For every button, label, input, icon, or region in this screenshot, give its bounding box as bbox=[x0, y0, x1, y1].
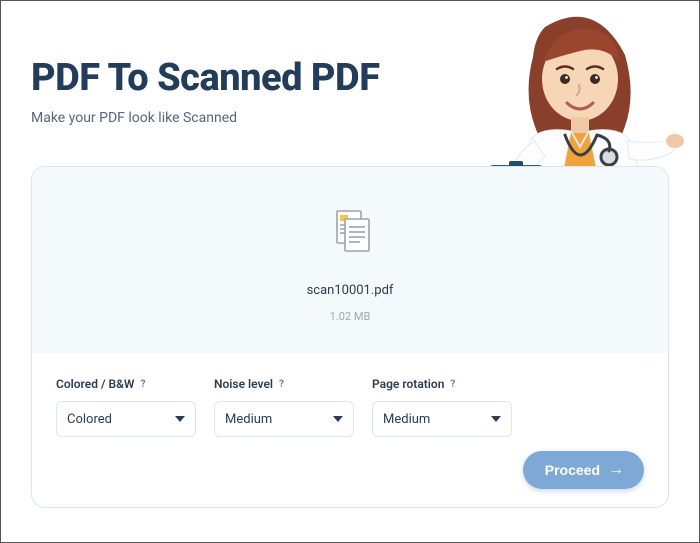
proceed-button[interactable]: Proceed → bbox=[523, 451, 644, 489]
conversion-panel: scan10001.pdf 1.02 MB Colored / B&W ? Co… bbox=[31, 166, 669, 508]
label-text: Page rotation bbox=[372, 377, 444, 391]
file-name: scan10001.pdf bbox=[52, 283, 648, 298]
option-color: Colored / B&W ? Colored bbox=[56, 377, 196, 437]
option-rotation: Page rotation ? Medium bbox=[372, 377, 512, 437]
file-drop-area: scan10001.pdf 1.02 MB bbox=[32, 167, 668, 353]
page-subtitle: Make your PDF look like Scanned bbox=[31, 110, 669, 126]
chevron-down-icon bbox=[491, 416, 501, 422]
option-noise: Noise level ? Medium bbox=[214, 377, 354, 437]
chevron-down-icon bbox=[333, 416, 343, 422]
help-icon[interactable]: ? bbox=[140, 379, 145, 390]
select-value: Medium bbox=[225, 412, 272, 427]
file-size: 1.02 MB bbox=[52, 310, 648, 323]
arrow-right-icon: → bbox=[608, 461, 624, 479]
label-text: Colored / B&W bbox=[56, 377, 134, 391]
document-icon bbox=[327, 209, 373, 255]
page-title: PDF To Scanned PDF bbox=[31, 56, 669, 100]
color-select[interactable]: Colored bbox=[56, 401, 196, 437]
help-icon[interactable]: ? bbox=[279, 379, 284, 390]
select-value: Colored bbox=[67, 412, 112, 427]
option-color-label: Colored / B&W ? bbox=[56, 377, 196, 391]
label-text: Noise level bbox=[214, 377, 273, 391]
option-noise-label: Noise level ? bbox=[214, 377, 354, 391]
help-icon[interactable]: ? bbox=[450, 379, 455, 390]
option-rotation-label: Page rotation ? bbox=[372, 377, 512, 391]
rotation-select[interactable]: Medium bbox=[372, 401, 512, 437]
proceed-label: Proceed bbox=[545, 462, 600, 478]
select-value: Medium bbox=[383, 412, 430, 427]
noise-select[interactable]: Medium bbox=[214, 401, 354, 437]
chevron-down-icon bbox=[175, 416, 185, 422]
